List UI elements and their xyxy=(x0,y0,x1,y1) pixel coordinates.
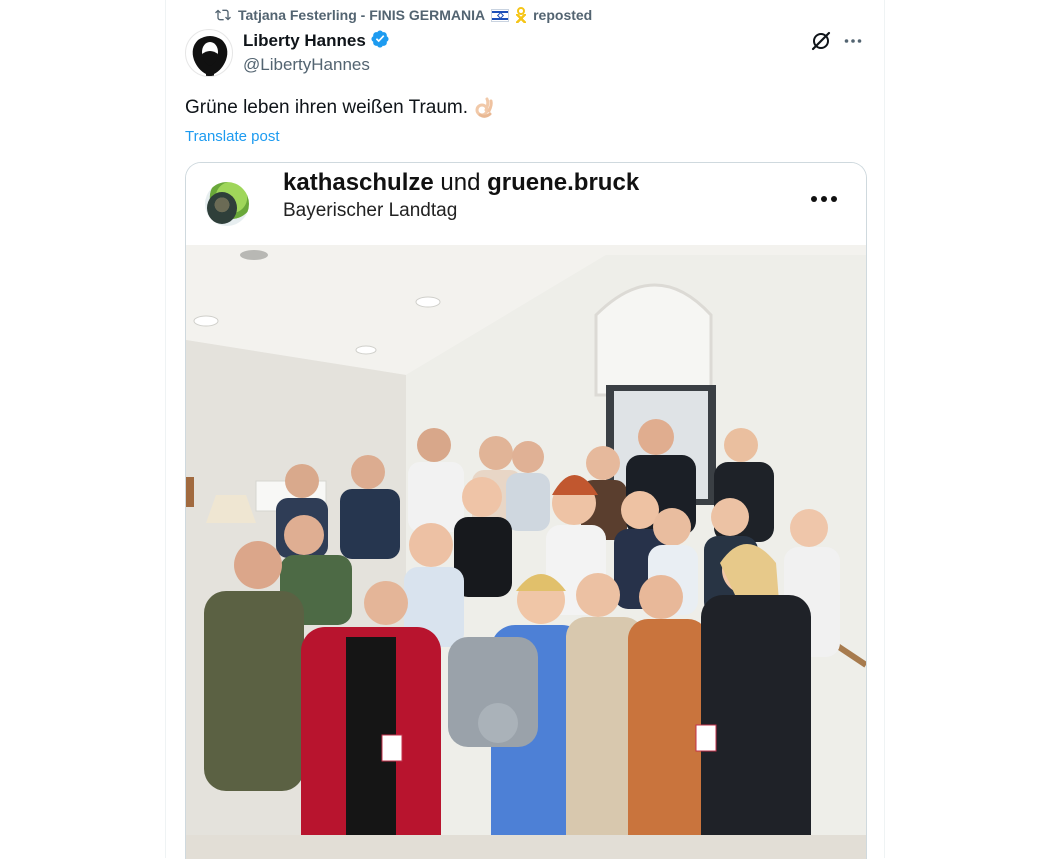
grok-icon[interactable] xyxy=(811,31,831,51)
israel-flag-icon xyxy=(491,8,510,22)
translate-post-link[interactable]: Translate post xyxy=(185,128,280,145)
timeline-column-border-left xyxy=(165,0,166,858)
embedded-account-1: kathaschulze xyxy=(283,169,434,196)
verified-badge-icon[interactable] xyxy=(370,29,390,54)
embedded-account-avatar xyxy=(205,182,249,226)
author-avatar[interactable] xyxy=(185,29,233,77)
author-display-name[interactable]: Liberty Hannes xyxy=(243,31,366,51)
embedded-post-title: kathaschulze und gruene.bruck xyxy=(283,169,639,197)
more-options-icon[interactable] xyxy=(843,31,863,51)
group-photo xyxy=(186,245,866,859)
post-media[interactable]: kathaschulze und gruene.bruck Bayerische… xyxy=(185,162,867,859)
repost-user-name[interactable]: Tatjana Festerling - FINIS GERMANIA xyxy=(238,7,485,23)
yellow-ribbon-icon xyxy=(515,7,527,23)
embedded-more-icon xyxy=(810,191,838,202)
embedded-account-2: gruene.bruck xyxy=(487,169,640,196)
post-text-content: Grüne leben ihren weißen Traum. xyxy=(185,97,469,118)
repost-suffix: reposted xyxy=(533,7,593,23)
embedded-connector: und xyxy=(440,169,481,196)
ok-hand-emoji-icon xyxy=(474,97,496,119)
author-name[interactable]: Liberty Hannes xyxy=(243,29,390,54)
post-text: Grüne leben ihren weißen Traum. xyxy=(185,97,496,119)
repost-indicator[interactable]: Tatjana Festerling - FINIS GERMANIA repo… xyxy=(214,5,592,25)
embedded-post-location: Bayerischer Landtag xyxy=(283,200,458,221)
repost-icon xyxy=(214,7,232,23)
timeline-column-border-right xyxy=(884,0,885,858)
author-handle[interactable]: @LibertyHannes xyxy=(243,55,370,75)
embedded-post-header: kathaschulze und gruene.bruck Bayerische… xyxy=(186,163,866,245)
